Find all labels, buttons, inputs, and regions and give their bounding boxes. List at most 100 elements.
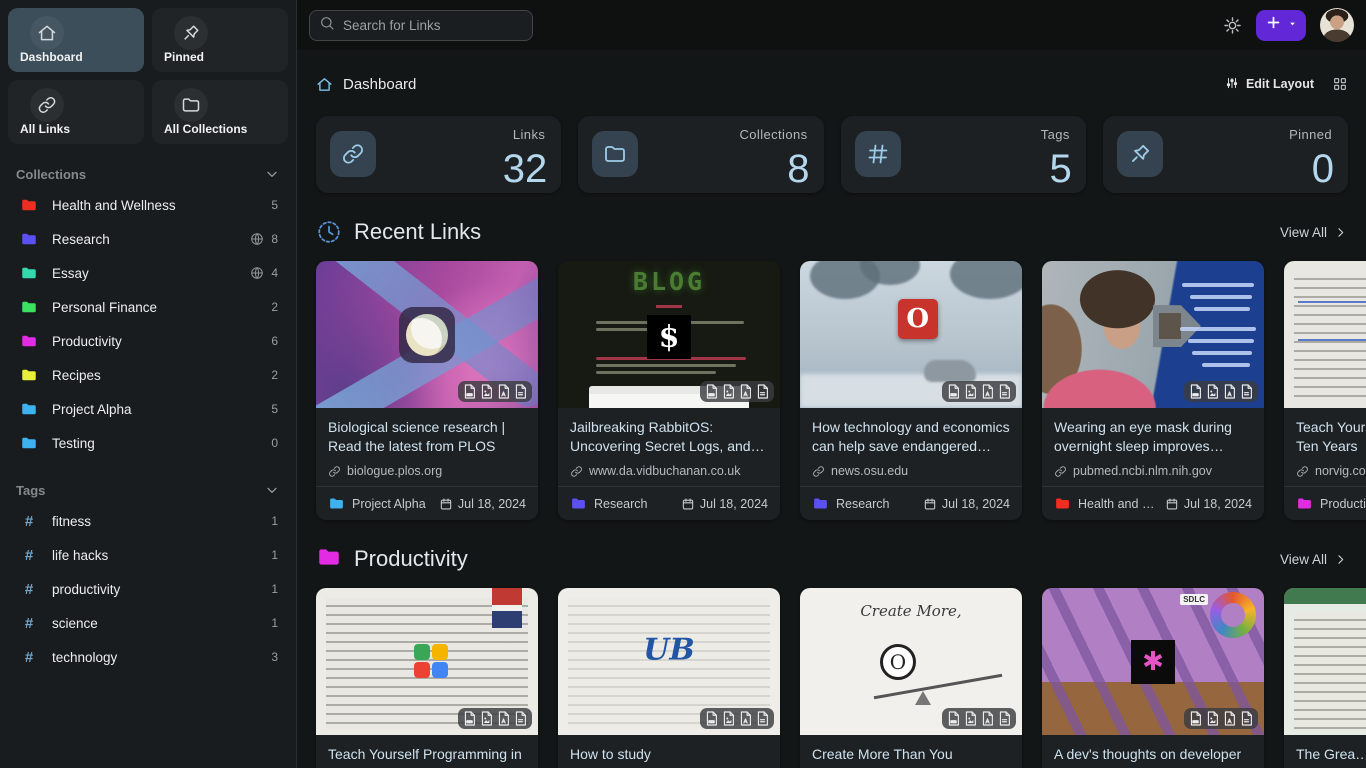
thumb-art	[492, 588, 522, 628]
tag-name: productivity	[52, 582, 271, 597]
tag-item[interactable]: #life hacks1	[8, 538, 288, 572]
sidebar-item-pinned[interactable]: Pinned	[152, 8, 288, 72]
text-file-icon	[998, 711, 1011, 726]
thumb-art	[1180, 327, 1256, 331]
home-icon	[316, 76, 333, 93]
collection-item[interactable]: Personal Finance2	[8, 290, 288, 324]
folder-icon	[316, 544, 342, 575]
pdf-file-icon	[739, 711, 752, 726]
thumb-text: Create More,	[800, 602, 1022, 620]
tag-item[interactable]: #technology3	[8, 640, 288, 674]
tag-item[interactable]: #science1	[8, 606, 288, 640]
clock-icon	[316, 219, 342, 245]
view-all-link[interactable]: View All	[1280, 225, 1348, 240]
thumb-art	[596, 371, 716, 374]
image-file-icon	[722, 384, 735, 399]
link-url-text: www.da.vidbuchanan.co.uk	[589, 464, 740, 478]
tag-name: technology	[52, 650, 271, 665]
format-icons-pill	[700, 381, 774, 402]
tag-item[interactable]: #fitness1	[8, 504, 288, 538]
search-input[interactable]	[343, 18, 513, 33]
format-icons-pill	[700, 708, 774, 729]
collection-item[interactable]: Productivity6	[8, 324, 288, 358]
stat-value: 0	[1312, 149, 1334, 189]
tag-item[interactable]: #productivity1	[8, 572, 288, 606]
collection-name: Essay	[52, 266, 250, 281]
site-logo	[414, 644, 430, 660]
tag-count: 1	[271, 514, 278, 528]
link-url-text: norvig.com	[1315, 464, 1366, 478]
link-card[interactable]: UB How to study	[558, 588, 780, 768]
collection-item[interactable]: Recipes2	[8, 358, 288, 392]
stat-card-pinned[interactable]: Pinned0	[1103, 116, 1348, 193]
collection-name: Project Alpha	[52, 402, 271, 417]
card-collection-name: Health and Wellness	[1078, 497, 1158, 511]
chevron-down-icon[interactable]	[264, 482, 280, 498]
avatar[interactable]	[1320, 8, 1354, 42]
collection-item[interactable]: Project Alpha5	[8, 392, 288, 426]
pdf-file-icon	[1223, 384, 1236, 399]
collection-item[interactable]: Research8	[8, 222, 288, 256]
pdf-file-icon	[739, 384, 752, 399]
stat-value: 8	[787, 149, 809, 189]
link-thumbnail: BLOG$	[558, 261, 780, 408]
sun-icon[interactable]	[1223, 16, 1242, 35]
plus-icon	[1265, 14, 1282, 36]
view-all-link[interactable]: View All	[1280, 552, 1348, 567]
link-icon	[1054, 465, 1067, 478]
edit-layout-button[interactable]: Edit Layout	[1225, 76, 1314, 93]
link-card[interactable]: Wearing an eye mask during overnight sle…	[1042, 261, 1264, 520]
folder-icon	[20, 264, 38, 282]
thumb-art	[688, 321, 744, 324]
search-bar	[309, 10, 533, 41]
collection-item[interactable]: Essay4	[8, 256, 288, 290]
card-date-text: Jul 18, 2024	[458, 497, 526, 511]
card-date-text: Jul 18, 2024	[1184, 497, 1252, 511]
sidebar-item-all-links[interactable]: All Links	[8, 80, 144, 144]
folder-icon	[20, 434, 38, 452]
link-card[interactable]: The Grea…	[1284, 588, 1366, 768]
hash-icon: #	[20, 513, 38, 530]
calendar-icon	[1165, 497, 1179, 511]
link-card[interactable]: O How technology and economics can help …	[800, 261, 1022, 520]
collection-item[interactable]: Health and Wellness5	[8, 188, 288, 222]
text-file-icon	[998, 384, 1011, 399]
stat-card-tags[interactable]: Tags5	[841, 116, 1086, 193]
stat-card-collections[interactable]: Collections8	[578, 116, 823, 193]
link-card[interactable]: BLOG$ Jailbreaking RabbitOS: Uncovering …	[558, 261, 780, 520]
html-file-icon	[947, 384, 960, 399]
link-card[interactable]: SDLC✱ A dev's thoughts on developer prod…	[1042, 588, 1264, 768]
sidebar-item-dashboard[interactable]: Dashboard	[8, 8, 144, 72]
collections-section-header: Collections	[16, 166, 280, 182]
stat-value: 5	[1050, 149, 1072, 189]
link-card[interactable]: Create More,O Create More Than You Consu…	[800, 588, 1022, 768]
section-title: Recent Links	[354, 219, 481, 245]
collection-name: Productivity	[52, 334, 271, 349]
stat-card-links[interactable]: Links32	[316, 116, 561, 193]
sidebar-item-all-collections[interactable]: All Collections	[152, 80, 288, 144]
link-title: Create More Than You Consume if You Want…	[812, 745, 1010, 768]
stat-label: Links	[513, 127, 545, 142]
link-card[interactable]: Teach Yourself Programming in Ten Yearsn…	[1284, 261, 1366, 520]
grid-view-icon	[1332, 76, 1348, 92]
chevdown-icon	[264, 166, 280, 182]
link-card[interactable]: Biological science research | Read the l…	[316, 261, 538, 520]
view-all-label: View All	[1280, 225, 1327, 240]
chevron-down-icon[interactable]	[264, 166, 280, 182]
thumb-art	[1294, 271, 1366, 402]
add-new-button[interactable]	[1256, 10, 1306, 41]
hash-icon	[866, 142, 890, 166]
link-url: biologue.plos.org	[328, 464, 526, 478]
grid-view-icon[interactable]	[1332, 76, 1348, 92]
format-icons-pill	[1184, 708, 1258, 729]
link-thumbnail: O	[800, 261, 1022, 408]
tag-count: 1	[271, 616, 278, 630]
tag-count: 1	[271, 548, 278, 562]
link-card[interactable]: Teach Yourself Programming in Ten Years	[316, 588, 538, 768]
collection-item[interactable]: Testing0	[8, 426, 288, 460]
image-file-icon	[480, 384, 493, 399]
tag-name: science	[52, 616, 271, 631]
folder-icon	[603, 142, 627, 166]
link-thumbnail	[1284, 261, 1366, 408]
text-file-icon	[514, 384, 527, 399]
